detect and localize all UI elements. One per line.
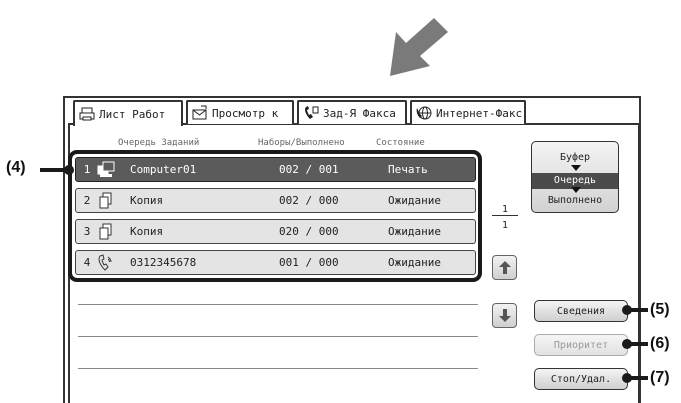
empty-row-divider <box>78 368 478 369</box>
job-name: Копия <box>130 194 164 207</box>
job-status: Ожидание <box>388 194 441 207</box>
tab-job-queue[interactable]: Лист Работ <box>73 100 183 126</box>
tab-scan-review[interactable]: Просмотр к <box>186 100 294 124</box>
callout-dot-4 <box>64 165 74 175</box>
job-name: Копия <box>130 225 164 238</box>
job-counts: 002 / 000 <box>279 194 339 207</box>
arrow-up-icon <box>498 261 511 274</box>
priority-button[interactable]: Приоритет <box>534 334 628 356</box>
callout-label-4: (4) <box>6 159 26 176</box>
callout-label-5: (5) <box>650 301 670 318</box>
internet-fax-icon <box>416 106 432 120</box>
stop-delete-button[interactable]: Стоп/Удал. <box>534 368 628 390</box>
fax-job-icon <box>96 253 116 272</box>
copy-job-icon <box>96 192 116 210</box>
job-status: Печать <box>388 163 428 176</box>
callout-label-6: (6) <box>650 335 670 352</box>
triangle-down-icon <box>571 187 581 193</box>
column-header-counts: Наборы/Выполнено <box>258 138 345 148</box>
mode-spool[interactable]: Буфер <box>532 152 618 163</box>
job-index: 2 <box>83 194 91 207</box>
scroll-down-button[interactable] <box>492 303 517 328</box>
page-current: 1 <box>492 204 518 216</box>
tab-label: Просмотр к <box>212 106 279 120</box>
callout-line-5 <box>626 308 648 312</box>
arrow-down-icon <box>498 309 511 322</box>
callout-line-6 <box>626 342 648 346</box>
callout-line-7 <box>626 376 648 380</box>
tab-label: Лист Работ <box>99 107 166 121</box>
job-name: 0312345678 <box>130 256 197 269</box>
tab-internet-fax[interactable]: Интернет-Факс <box>410 100 526 124</box>
triangle-down-icon <box>571 165 581 171</box>
tab-label: Зад-Я Факса <box>323 106 396 120</box>
job-index: 1 <box>83 163 91 176</box>
details-button[interactable]: Сведения <box>534 300 628 322</box>
mode-complete[interactable]: Выполнено <box>532 195 618 206</box>
column-header-queue: Очередь Заданий <box>118 138 200 148</box>
computer-job-icon <box>96 161 116 179</box>
empty-row-divider <box>78 304 478 305</box>
scan-envelope-icon <box>192 105 207 120</box>
tab-fax-jobs[interactable]: Зад-Я Факса <box>297 100 407 124</box>
job-status: Ожидание <box>388 225 441 238</box>
job-index: 4 <box>83 256 91 269</box>
callout-label-7: (7) <box>650 369 670 386</box>
job-counts: 001 / 000 <box>279 256 339 269</box>
copy-job-icon <box>96 223 116 241</box>
down-left-arrow-icon <box>390 18 448 76</box>
job-mode-selector[interactable]: Буфер Очередь Выполнено <box>531 141 619 213</box>
job-counts: 020 / 000 <box>279 225 339 238</box>
scroll-up-button[interactable] <box>492 255 517 280</box>
column-header-status: Состояние <box>376 138 425 148</box>
job-index: 3 <box>83 225 91 238</box>
job-row[interactable]: 2 Копия 002 / 000 Ожидание <box>75 188 476 213</box>
job-counts: 002 / 001 <box>279 163 339 176</box>
job-row[interactable]: 3 Копия 020 / 000 Ожидание <box>75 219 476 244</box>
job-name: Computer01 <box>130 163 197 176</box>
job-status: Ожидание <box>388 256 441 269</box>
printer-icon <box>79 107 95 121</box>
fax-phone-icon <box>305 106 319 119</box>
job-row[interactable]: 1 Computer01 002 / 001 Печать <box>75 157 476 182</box>
empty-row-divider <box>78 336 478 337</box>
tab-label: Интернет-Факс <box>436 106 523 120</box>
job-row[interactable]: 4 0312345678 001 / 000 Ожидание <box>75 250 476 275</box>
page-total: 1 <box>501 220 509 231</box>
